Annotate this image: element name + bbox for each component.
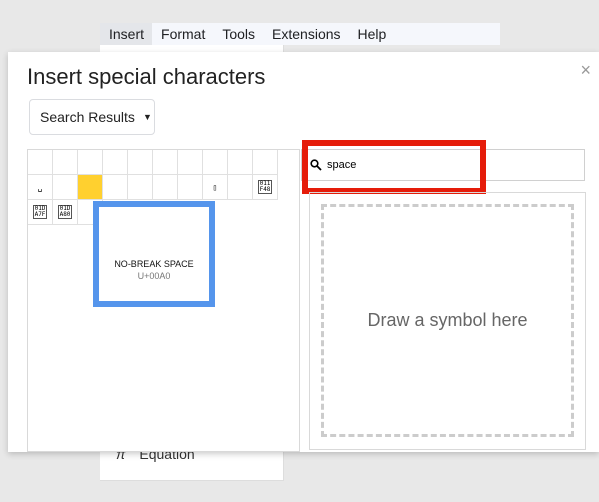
character-cell[interactable] xyxy=(228,175,253,200)
character-glyph: ▯ xyxy=(212,182,218,192)
character-cell[interactable]: ␣ xyxy=(28,175,53,200)
character-cell[interactable] xyxy=(153,150,178,175)
menu-extensions[interactable]: Extensions xyxy=(263,23,348,45)
character-cell[interactable] xyxy=(28,150,53,175)
tooltip-name: NO-BREAK SPACE xyxy=(114,259,194,269)
character-glyph: 01D A80 xyxy=(57,205,73,219)
character-cell[interactable] xyxy=(178,175,203,200)
character-cell[interactable]: 01D A7F xyxy=(28,200,53,225)
draw-area[interactable]: Draw a symbol here xyxy=(309,192,586,450)
character-cell[interactable] xyxy=(228,150,253,175)
character-cell[interactable] xyxy=(203,150,228,175)
character-cell[interactable] xyxy=(78,175,103,200)
character-tooltip: NO-BREAK SPACE U+00A0 xyxy=(93,201,215,307)
menu-tools[interactable]: Tools xyxy=(213,23,263,45)
character-cell[interactable] xyxy=(53,175,78,200)
draw-placeholder: Draw a symbol here xyxy=(321,204,574,437)
menu-insert[interactable]: Insert xyxy=(100,23,153,45)
character-cell[interactable] xyxy=(128,150,153,175)
category-select[interactable]: Search Results ▼ xyxy=(29,99,155,135)
character-cell[interactable] xyxy=(53,150,78,175)
character-cell[interactable] xyxy=(253,150,278,175)
highlight-box xyxy=(302,140,486,194)
tooltip-code: U+00A0 xyxy=(137,271,171,281)
character-glyph: 01D A7F xyxy=(32,205,48,219)
caret-down-icon: ▼ xyxy=(142,112,152,122)
character-cell[interactable]: 011 F48 xyxy=(253,175,278,200)
category-label: Search Results xyxy=(40,109,135,125)
character-cell[interactable]: 01D A80 xyxy=(53,200,78,225)
character-glyph: 011 F48 xyxy=(257,180,273,194)
character-cell[interactable] xyxy=(178,150,203,175)
character-cell[interactable] xyxy=(128,175,153,200)
character-cell[interactable] xyxy=(153,175,178,200)
dialog-title: Insert special characters xyxy=(27,64,266,89)
character-cell[interactable] xyxy=(78,150,103,175)
character-cell[interactable]: ▯ xyxy=(203,175,228,200)
close-icon[interactable]: × xyxy=(580,60,591,81)
special-characters-dialog: Insert special characters × Search Resul… xyxy=(8,52,599,452)
menu-help[interactable]: Help xyxy=(349,23,395,45)
menu-bar: Insert Format Tools Extensions Help xyxy=(100,23,500,45)
character-cell[interactable] xyxy=(103,150,128,175)
menu-format[interactable]: Format xyxy=(152,23,213,45)
character-cell[interactable] xyxy=(103,175,128,200)
character-glyph: ␣ xyxy=(37,182,43,192)
